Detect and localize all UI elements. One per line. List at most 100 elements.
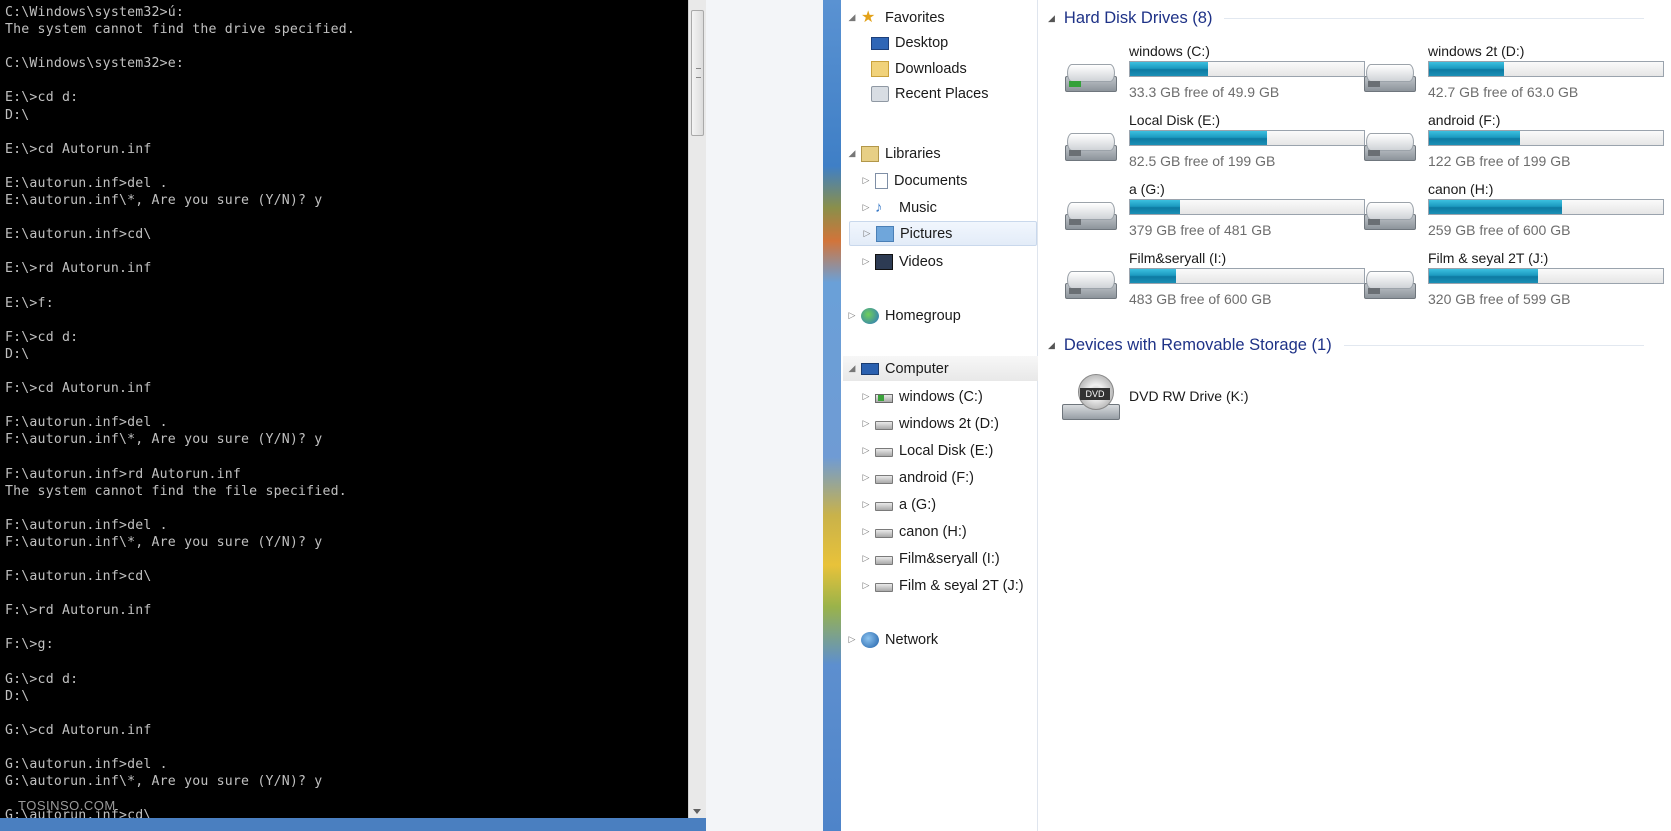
pictures-icon — [876, 225, 894, 242]
nav-libraries[interactable]: ◢ Libraries — [847, 141, 941, 166]
expand-arrow-icon[interactable]: ▷ — [861, 499, 871, 510]
console-line: F:\autorun.inf\*, Are you sure (Y/N)? y — [5, 534, 323, 550]
nav-item-videos[interactable]: ▷ Videos — [861, 249, 943, 274]
nav-drive-f[interactable]: ▷ android (F:) — [861, 465, 974, 490]
collapse-arrow-icon[interactable]: ◢ — [847, 12, 857, 23]
collapse-arrow-icon[interactable]: ◢ — [1048, 340, 1055, 351]
drive-usage-bar — [1129, 61, 1365, 77]
nav-computer-label: Computer — [885, 360, 949, 377]
console-line: D:\ — [5, 107, 30, 123]
drive-tile-e[interactable]: Local Disk (E:) 82.5 GB free of 199 GB — [1038, 105, 1365, 175]
expand-arrow-icon[interactable]: ▷ — [861, 202, 871, 213]
expand-arrow-icon[interactable]: ▷ — [861, 418, 871, 429]
libraries-icon — [861, 145, 879, 162]
nav-item-label: Documents — [894, 172, 968, 189]
expand-arrow-icon[interactable]: ▷ — [862, 228, 872, 239]
collapse-arrow-icon[interactable]: ◢ — [1048, 13, 1055, 24]
nav-network[interactable]: ▷ Network — [847, 627, 938, 652]
nav-item-pictures[interactable]: ▷ Pictures — [849, 221, 1037, 246]
collapse-arrow-icon[interactable]: ◢ — [847, 363, 857, 374]
drive-name: windows (C:) — [1129, 43, 1210, 59]
console-line: D:\ — [5, 346, 30, 362]
nav-item-label: Local Disk (E:) — [899, 442, 994, 459]
console-line: F:\autorun.inf>rd Autorun.inf — [5, 466, 242, 482]
nav-drive-d[interactable]: ▷ windows 2t (D:) — [861, 411, 999, 436]
drive-tile-g[interactable]: a (G:) 379 GB free of 481 GB — [1038, 174, 1365, 244]
hard-drive-icon — [1362, 200, 1416, 232]
console-line: G:\autorun.inf\*, Are you sure (Y/N)? y — [5, 774, 323, 790]
console-scroll-thumb[interactable] — [691, 10, 704, 136]
hard-drive-icon — [1063, 269, 1117, 301]
nav-drive-c[interactable]: ▷ windows (C:) — [861, 384, 983, 409]
drive-name: canon (H:) — [1428, 181, 1494, 197]
nav-drive-j[interactable]: ▷ Film & seyal 2T (J:) — [861, 573, 1024, 598]
nav-item-label: Recent Places — [895, 85, 989, 102]
drive-tile-f[interactable]: android (F:) 122 GB free of 199 GB — [1337, 105, 1664, 175]
nav-drive-e[interactable]: ▷ Local Disk (E:) — [861, 438, 994, 463]
computer-icon — [861, 362, 879, 375]
nav-homegroup[interactable]: ▷ Homegroup — [847, 303, 961, 328]
nav-drive-g[interactable]: ▷ a (G:) — [861, 492, 937, 517]
console-output: C:\Windows\system32>ú: The system cannot … — [5, 4, 355, 818]
expand-arrow-icon[interactable]: ▷ — [861, 256, 871, 267]
nav-network-label: Network — [885, 631, 939, 648]
drive-free-space: 259 GB free of 600 GB — [1428, 222, 1571, 238]
hard-drive-icon — [1362, 269, 1416, 301]
nav-item-recent-places[interactable]: Recent Places — [871, 81, 989, 106]
console-scrollbar[interactable] — [688, 0, 707, 818]
nav-item-label: windows 2t (D:) — [899, 415, 999, 432]
nav-item-label: Videos — [899, 253, 944, 270]
nav-drive-i[interactable]: ▷ Film&seryall (I:) — [861, 546, 1000, 571]
collapse-arrow-icon[interactable]: ◢ — [847, 148, 857, 159]
expand-arrow-icon[interactable]: ▷ — [861, 445, 871, 456]
nav-item-label: windows (C:) — [899, 388, 983, 405]
command-prompt-window[interactable]: C:\Windows\system32>ú: The system cannot … — [0, 0, 688, 818]
console-window-border — [0, 818, 706, 831]
console-line: F:\>cd Autorun.inf — [5, 381, 152, 397]
nav-item-downloads[interactable]: Downloads — [871, 56, 967, 81]
drive-usage-fill — [1130, 200, 1180, 214]
nav-drive-h[interactable]: ▷ canon (H:) — [861, 519, 967, 544]
drive-tile-j[interactable]: Film & seyal 2T (J:) 320 GB free of 599 G… — [1337, 243, 1664, 313]
nav-item-label: Desktop — [895, 34, 949, 51]
documents-icon — [875, 172, 888, 189]
drive-usage-fill — [1130, 269, 1176, 283]
console-line: F:\autorun.inf>del . — [5, 517, 168, 533]
expand-arrow-icon[interactable]: ▷ — [861, 553, 871, 564]
scroll-down-arrow-icon[interactable] — [693, 809, 701, 814]
nav-computer[interactable]: ◢ Computer — [843, 356, 1039, 381]
console-line: F:\>rd Autorun.inf — [5, 603, 152, 619]
drive-tile-h[interactable]: canon (H:) 259 GB free of 600 GB — [1337, 174, 1664, 244]
drive-tile-i[interactable]: Film&seryall (I:) 483 GB free of 600 GB — [1038, 243, 1365, 313]
drive-usage-bar — [1129, 199, 1365, 215]
nav-item-label: android (F:) — [899, 469, 974, 486]
nav-favorites-label: Favorites — [885, 9, 945, 26]
nav-item-label: Film&seryall (I:) — [899, 550, 1000, 567]
expand-arrow-icon[interactable]: ▷ — [861, 472, 871, 483]
drive-tile-d[interactable]: windows 2t (D:) 42.7 GB free of 63.0 GB — [1337, 36, 1664, 106]
drive-usage-bar — [1428, 130, 1664, 146]
drive-usage-bar — [1428, 61, 1664, 77]
expand-arrow-icon[interactable]: ▷ — [861, 526, 871, 537]
expand-arrow-icon[interactable]: ▷ — [861, 175, 871, 186]
system-drive-icon — [875, 394, 893, 403]
group-header-hard-disk-drives[interactable]: ◢ Hard Disk Drives (8) — [1048, 9, 1645, 28]
expand-arrow-icon[interactable]: ▷ — [847, 634, 857, 645]
nav-item-music[interactable]: ▷ ♪ Music — [861, 195, 937, 220]
drive-usage-bar — [1428, 268, 1664, 284]
nav-item-documents[interactable]: ▷ Documents — [861, 168, 967, 193]
expand-arrow-icon[interactable]: ▷ — [847, 310, 857, 321]
drive-tile-dvd-k[interactable]: DVD DVD RW Drive (K:) — [1038, 364, 1338, 434]
drive-tile-c[interactable]: windows (C:) 33.3 GB free of 49.9 GB — [1038, 36, 1365, 106]
expand-arrow-icon[interactable]: ▷ — [861, 580, 871, 591]
expand-arrow-icon[interactable]: ▷ — [861, 391, 871, 402]
nav-favorites[interactable]: ◢ ★ Favorites — [847, 5, 945, 30]
group-header-removable-storage[interactable]: ◢ Devices with Removable Storage (1) — [1048, 336, 1644, 355]
nav-item-desktop[interactable]: Desktop — [871, 30, 948, 55]
